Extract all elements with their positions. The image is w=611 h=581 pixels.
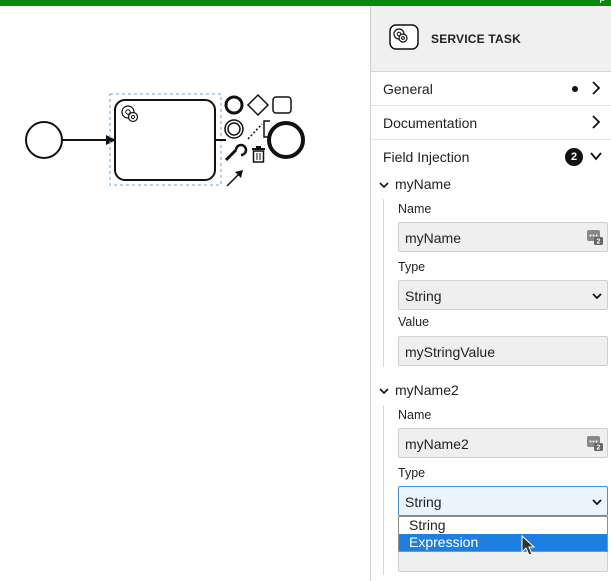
data-indicator-dot <box>572 86 578 92</box>
group-documentation[interactable]: Documentation <box>371 106 611 140</box>
service-task-gear-icon <box>389 24 419 50</box>
chevron-down-icon[interactable] <box>378 385 390 397</box>
group-documentation-label: Documentation <box>383 115 478 131</box>
value-input[interactable]: myStringValue <box>398 336 608 366</box>
append-end-event-icon[interactable] <box>224 95 244 115</box>
field-entry-header[interactable]: myName <box>370 175 611 197</box>
trash-icon[interactable] <box>252 146 265 163</box>
dropdown-option-expression[interactable]: Expression <box>399 534 607 551</box>
chevron-right-icon[interactable] <box>589 114 603 130</box>
top-bar-text: p <box>599 0 605 4</box>
text-annotation-icon[interactable] <box>247 120 270 140</box>
svg-text:2: 2 <box>597 445 601 452</box>
panel-title: SERVICE TASK <box>431 32 521 46</box>
type-label: Type <box>398 466 426 480</box>
context-pad[interactable] <box>224 93 292 187</box>
group-general-label: General <box>383 81 433 97</box>
svg-text:2: 2 <box>597 239 601 246</box>
chevron-down-icon[interactable] <box>589 148 603 164</box>
field-count-badge: 2 <box>565 148 583 166</box>
type-dropdown-list[interactable]: String Expression <box>398 516 608 552</box>
name-label: Name <box>398 202 432 216</box>
field-entry-title: myName <box>395 176 452 192</box>
append-intermediate-event-icon[interactable] <box>224 119 244 139</box>
append-task-icon[interactable] <box>272 96 292 114</box>
start-event[interactable] <box>25 121 63 159</box>
append-gateway-icon[interactable] <box>246 93 270 117</box>
name-value: myName2 <box>405 436 469 452</box>
chevron-right-icon[interactable] <box>589 80 603 96</box>
mouse-cursor-icon <box>521 535 536 556</box>
type-select[interactable]: String <box>398 280 608 310</box>
group-general[interactable]: General <box>371 72 611 106</box>
chevron-down-icon <box>592 293 602 300</box>
value-label: Value <box>398 315 430 329</box>
name-input[interactable]: myName2 2 <box>398 428 608 458</box>
value-value: myStringValue <box>405 344 496 360</box>
type-value: String <box>405 288 442 304</box>
group-field-injection-label: Field Injection <box>383 149 470 165</box>
type-select[interactable]: String <box>398 486 608 516</box>
connect-arrow-icon[interactable] <box>226 170 243 187</box>
chevron-down-icon[interactable] <box>378 179 390 191</box>
type-value: String <box>405 494 442 510</box>
name-label: Name <box>398 408 432 422</box>
sequence-flow[interactable] <box>62 135 116 145</box>
end-event[interactable] <box>267 121 305 159</box>
field-entry-body: Name myName 2 Type String Value myString… <box>383 199 610 367</box>
chevron-down-icon <box>592 499 602 506</box>
field-entry-title: myName2 <box>395 382 459 398</box>
variable-icon[interactable]: 2 <box>586 228 604 246</box>
group-field-injection[interactable]: Field Injection 2 <box>371 140 611 173</box>
dropdown-option-string[interactable]: String <box>399 517 607 534</box>
wrench-icon[interactable] <box>224 143 248 162</box>
name-value: myName <box>405 230 462 246</box>
name-input[interactable]: myName 2 <box>398 222 608 252</box>
field-entry-header[interactable]: myName2 <box>370 381 611 403</box>
panel-header: SERVICE TASK <box>371 6 611 72</box>
type-label: Type <box>398 260 426 274</box>
variable-icon[interactable]: 2 <box>586 434 604 452</box>
bpmn-canvas[interactable] <box>0 6 370 581</box>
